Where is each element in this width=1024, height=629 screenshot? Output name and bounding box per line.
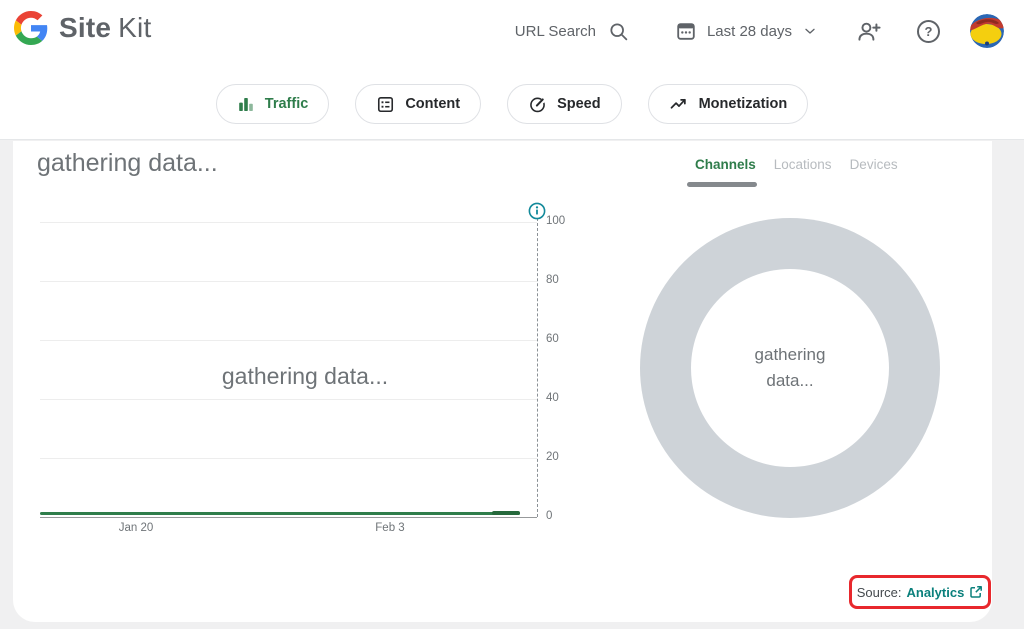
highlight-annotation-box: Source: Analytics	[849, 575, 991, 609]
source-link-label: Analytics	[907, 585, 965, 600]
search-icon	[608, 21, 629, 42]
person-add-icon	[856, 19, 881, 44]
brand-title: SiteKit	[59, 12, 151, 44]
traffic-series-line	[40, 512, 520, 515]
calendar-icon	[675, 20, 697, 42]
tab-content[interactable]: Content	[355, 84, 481, 124]
speedometer-icon	[528, 95, 547, 114]
donut-hole: gathering data...	[691, 269, 889, 467]
date-range-value: Last 28 days	[707, 23, 792, 40]
traffic-series-line-end	[492, 511, 520, 515]
date-range-selector[interactable]: Last 28 days	[675, 20, 818, 42]
y-tick-label: 20	[546, 451, 582, 463]
y-tick-label: 100	[546, 215, 582, 227]
x-tick-label: Feb 3	[360, 522, 420, 534]
tab-label: Monetization	[699, 96, 788, 112]
gathering-data-heading: gathering data...	[37, 149, 218, 178]
y-tick-label: 80	[546, 274, 582, 286]
active-tab-indicator	[687, 182, 757, 187]
header-controls: URL Search Last 28 days	[515, 13, 1004, 49]
gridline	[40, 399, 537, 400]
tab-monetization[interactable]: Monetization	[648, 84, 809, 124]
share-access-button[interactable]	[856, 19, 881, 44]
tab-label: Speed	[557, 96, 601, 112]
google-logo-icon	[14, 11, 48, 45]
y-tick-label: 0	[546, 510, 582, 522]
traffic-widget-card: gathering data... 100 80 60 40 20 0 Jan …	[13, 141, 992, 622]
y-tick-label: 40	[546, 392, 582, 404]
donut-gathering-data-label: gathering data...	[734, 342, 846, 395]
help-button[interactable]: ?	[917, 20, 940, 43]
tab-traffic[interactable]: Traffic	[216, 84, 330, 124]
external-link-icon	[969, 585, 983, 599]
sitekit-logo[interactable]: SiteKit	[14, 11, 151, 45]
tab-speed[interactable]: Speed	[507, 84, 622, 124]
user-avatar[interactable]	[970, 14, 1004, 48]
list-alt-icon	[376, 95, 395, 114]
question-mark-icon: ?	[925, 24, 933, 39]
gridline	[40, 340, 537, 341]
trending-up-icon	[669, 94, 689, 114]
chart-gathering-data-label: gathering data...	[155, 363, 455, 390]
channels-donut-chart: gathering data...	[640, 218, 940, 518]
gridline	[40, 281, 537, 282]
current-date-marker	[537, 218, 538, 517]
gridline	[40, 458, 537, 459]
tab-label: Content	[405, 96, 460, 112]
source-analytics-link[interactable]: Analytics	[907, 585, 984, 600]
url-search-button[interactable]: URL Search	[515, 21, 629, 42]
y-tick-label: 60	[546, 333, 582, 345]
tab-devices[interactable]: Devices	[850, 157, 898, 172]
url-search-label: URL Search	[515, 23, 596, 40]
source-label: Source:	[857, 585, 902, 600]
x-axis-line	[40, 517, 537, 518]
info-icon[interactable]	[528, 202, 546, 220]
gridline	[40, 222, 537, 223]
context-nav: Traffic Content	[0, 84, 1024, 124]
chevron-down-icon	[802, 23, 818, 39]
tab-locations[interactable]: Locations	[774, 157, 832, 172]
tab-channels[interactable]: Channels	[695, 157, 756, 172]
app-header: SiteKit URL Search	[0, 0, 1024, 140]
bar-chart-icon	[237, 95, 255, 113]
tab-label: Traffic	[265, 96, 309, 112]
breakdown-tabs: Channels Locations Devices	[695, 157, 898, 172]
x-tick-label: Jan 20	[106, 522, 166, 534]
avatar-image-icon	[970, 14, 1004, 48]
